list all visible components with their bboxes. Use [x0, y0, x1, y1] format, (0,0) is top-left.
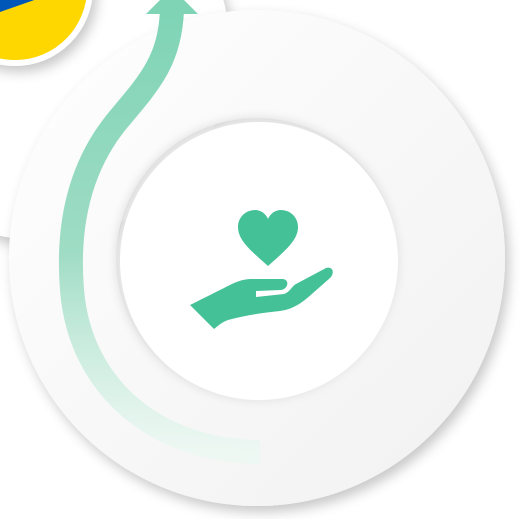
illustration-canvas	[0, 0, 505, 506]
inner-hole	[114, 116, 400, 402]
illustration-stage	[0, 0, 520, 519]
